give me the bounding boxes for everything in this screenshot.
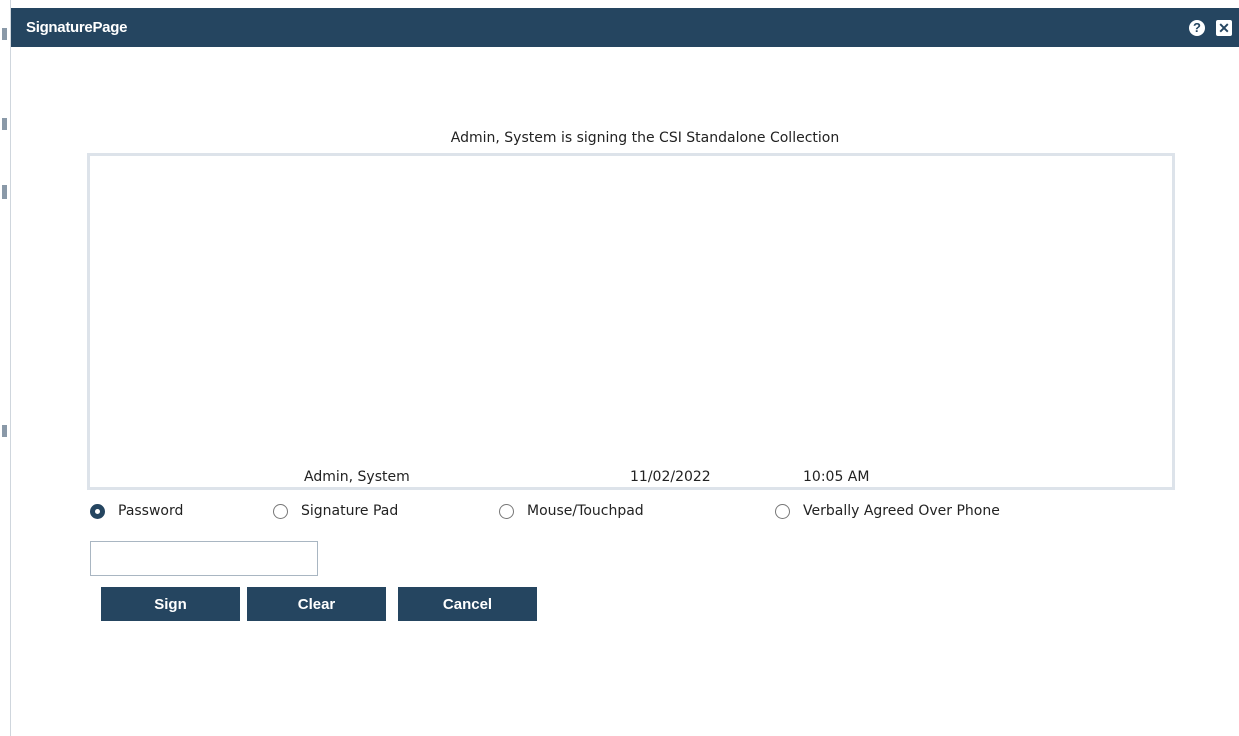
signature-canvas[interactable]: Admin, System 11/02/2022 10:05 AM [87,153,1175,490]
signer-name: Admin, System [304,469,410,485]
background-fragment [2,425,7,437]
radio-verbally-agreed[interactable]: Verbally Agreed Over Phone [775,503,1000,519]
radio-mouse-touchpad[interactable]: Mouse/Touchpad [499,503,644,519]
clear-button[interactable]: Clear [247,587,386,621]
background-fragment [2,185,7,199]
close-icon[interactable]: ✕ [1216,20,1232,36]
background-fragment [2,118,7,130]
background-page-edge [0,0,11,736]
radio-label-mouse-touchpad: Mouse/Touchpad [527,503,644,519]
radio-button[interactable] [775,503,790,519]
radio-label-password: Password [118,503,184,519]
dialog-title: SignaturePage [26,19,128,36]
radio-button-checked[interactable] [90,503,105,519]
signature-time: 10:05 AM [803,469,870,485]
background-fragment [2,28,7,40]
radio-label-verbally-agreed: Verbally Agreed Over Phone [803,503,1000,519]
signature-date: 11/02/2022 [630,469,711,485]
radio-password[interactable]: Password [90,503,183,519]
cancel-button[interactable]: Cancel [398,587,537,621]
password-input[interactable] [90,541,318,576]
sign-button[interactable]: Sign [101,587,240,621]
signing-caption: Admin, System is signing the CSI Standal… [450,130,840,146]
radio-button[interactable] [273,503,288,519]
radio-signature-pad[interactable]: Signature Pad [273,503,398,519]
radio-label-signature-pad: Signature Pad [301,503,399,519]
help-icon[interactable]: ? [1189,20,1205,36]
dialog-titlebar: SignaturePage ? ✕ [11,8,1239,47]
signature-dialog: SignaturePage ? ✕ Admin, System is signi… [11,8,1239,736]
radio-button[interactable] [499,503,514,519]
